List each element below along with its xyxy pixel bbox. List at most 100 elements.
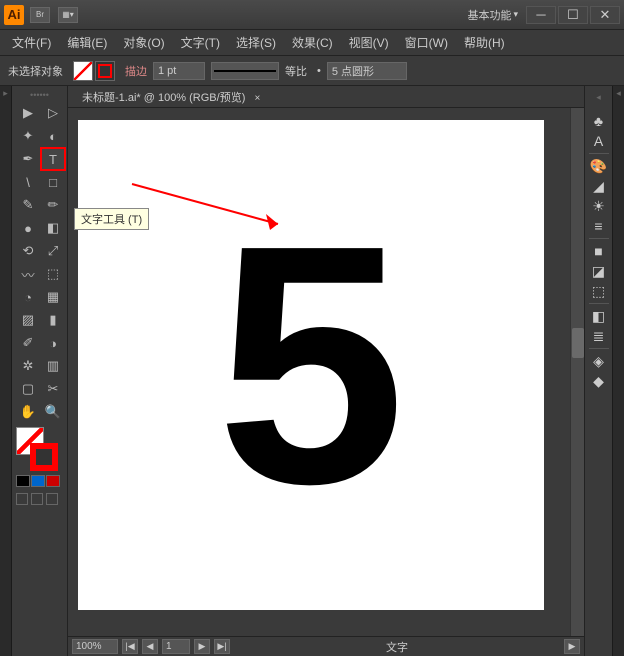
prev-artboard-button[interactable]: ◀ — [142, 639, 158, 654]
tool-tooltip: 文字工具 (T) — [74, 208, 149, 230]
right-dock-strip[interactable]: ◂ — [612, 86, 624, 656]
tool-perspective[interactable]: ▦ — [41, 286, 65, 308]
tool-gradient[interactable]: ▮ — [41, 309, 65, 331]
document-tab-label: 未标题-1.ai* @ 100% (RGB/预览) — [82, 92, 245, 104]
vertical-scrollbar[interactable] — [570, 108, 584, 636]
tool-eraser[interactable]: ◧ — [41, 217, 65, 239]
canvas-text-object[interactable]: 5 — [216, 170, 405, 561]
selection-status: 未选择对象 — [8, 63, 63, 79]
stroke-weight-input[interactable] — [153, 62, 205, 80]
tool-symbol-sprayer[interactable]: ✲ — [16, 355, 40, 377]
tool-hand[interactable]: ✋ — [16, 401, 40, 423]
panel-icon-4[interactable]: ☀ — [589, 196, 609, 216]
first-artboard-button[interactable]: |◀ — [122, 639, 138, 654]
toolbox: •••••• ▶▷✦◐✒T\□✎✏●◧⟲⤢〰⬚◔▦▨▮✐◑✲▥▢✂✋🔍 — [12, 86, 68, 656]
tool-paintbrush[interactable]: ✎ — [16, 194, 40, 216]
draw-normal[interactable] — [16, 493, 28, 505]
menu-view[interactable]: 视图(V) — [343, 32, 395, 53]
menu-help[interactable]: 帮助(H) — [458, 32, 511, 53]
color-mode-row — [16, 475, 63, 487]
menu-window[interactable]: 窗口(W) — [399, 32, 454, 53]
bridge-button[interactable]: Br — [30, 7, 50, 23]
stroke-style-dropdown[interactable] — [211, 62, 279, 80]
tool-column-graph[interactable]: ▥ — [41, 355, 65, 377]
tool-blob[interactable]: ● — [16, 217, 40, 239]
workspace-switcher[interactable]: 基本功能▾ — [467, 7, 518, 23]
tool-slice[interactable]: ✂ — [41, 378, 65, 400]
arrange-docs-button[interactable]: ▦▾ — [58, 7, 78, 23]
last-artboard-button[interactable]: ▶| — [214, 639, 230, 654]
panel-icon-5[interactable]: ≡ — [589, 216, 609, 236]
minimize-button[interactable]: ─ — [526, 6, 556, 24]
panel-icon-10[interactable]: ≣ — [589, 326, 609, 346]
close-button[interactable]: ✕ — [590, 6, 620, 24]
right-panel-dock: ◂ ♣A🎨◢☀≡■◪⬚◧≣◈◆ — [584, 86, 612, 656]
document-tab-close[interactable]: × — [254, 93, 260, 104]
color-mode-none[interactable] — [46, 475, 60, 487]
menu-edit[interactable]: 编辑(E) — [61, 32, 113, 53]
draw-behind[interactable] — [31, 493, 43, 505]
scrollbar-thumb[interactable] — [572, 328, 584, 358]
status-tool-label: 文字 — [386, 639, 408, 655]
app-logo: Ai — [4, 5, 24, 25]
tool-eyedropper[interactable]: ✐ — [16, 332, 40, 354]
panel-icon-12[interactable]: ◆ — [589, 371, 609, 391]
menu-effect[interactable]: 效果(C) — [286, 32, 339, 53]
panel-icon-9[interactable]: ◧ — [589, 306, 609, 326]
uniform-label[interactable]: 等比 — [285, 63, 307, 79]
stroke-label: 描边 — [125, 63, 147, 79]
tool-rotate[interactable]: ⟲ — [16, 240, 40, 262]
panel-icon-1[interactable]: A — [589, 131, 609, 151]
tool-rectangle[interactable]: □ — [41, 171, 65, 193]
tool-shape-builder[interactable]: ◔ — [16, 286, 40, 308]
menu-select[interactable]: 选择(S) — [230, 32, 282, 53]
panel-icon-3[interactable]: ◢ — [589, 176, 609, 196]
tool-pencil[interactable]: ✏ — [41, 194, 65, 216]
tool-mesh[interactable]: ▨ — [16, 309, 40, 331]
tool-line[interactable]: \ — [16, 171, 40, 193]
tool-type[interactable]: T — [41, 148, 65, 170]
panel-icon-0[interactable]: ♣ — [589, 111, 609, 131]
document-tabs: 未标题-1.ai* @ 100% (RGB/预览) × — [68, 86, 584, 108]
menu-type[interactable]: 文字(T) — [175, 32, 226, 53]
document-tab[interactable]: 未标题-1.ai* @ 100% (RGB/预览) × — [76, 87, 266, 107]
color-mode-solid[interactable] — [16, 475, 30, 487]
fill-stroke-control[interactable] — [16, 427, 64, 471]
next-artboard-button[interactable]: ▶ — [194, 639, 210, 654]
status-menu-button[interactable]: ▶ — [564, 639, 580, 654]
tool-selection[interactable]: ▶ — [16, 102, 40, 124]
tool-scale[interactable]: ⤢ — [41, 240, 65, 262]
tool-direct-selection[interactable]: ▷ — [41, 102, 65, 124]
tool-blend[interactable]: ◑ — [41, 332, 65, 354]
artboard[interactable]: 5 文字工具 (T) — [78, 120, 544, 610]
tool-width[interactable]: 〰 — [16, 263, 40, 285]
menu-object[interactable]: 对象(O) — [117, 32, 170, 53]
tool-pen[interactable]: ✒ — [16, 148, 40, 170]
menubar: 文件(F) 编辑(E) 对象(O) 文字(T) 选择(S) 效果(C) 视图(V… — [0, 30, 624, 56]
panel-icon-6[interactable]: ■ — [589, 241, 609, 261]
menu-file[interactable]: 文件(F) — [6, 32, 57, 53]
tool-free-transform[interactable]: ⬚ — [41, 263, 65, 285]
tool-magic-wand[interactable]: ✦ — [16, 125, 40, 147]
titlebar: Ai Br ▦▾ 基本功能▾ ─ ☐ ✕ — [0, 0, 624, 30]
tool-lasso[interactable]: ◐ — [41, 125, 65, 147]
panel-icon-2[interactable]: 🎨 — [589, 156, 609, 176]
artboard-number-input[interactable] — [162, 639, 190, 654]
panel-icon-7[interactable]: ◪ — [589, 261, 609, 281]
maximize-button[interactable]: ☐ — [558, 6, 588, 24]
draw-inside[interactable] — [46, 493, 58, 505]
tool-zoom[interactable]: 🔍 — [41, 401, 65, 423]
color-mode-gradient[interactable] — [31, 475, 45, 487]
stroke-swatch[interactable] — [95, 61, 115, 81]
panel-icon-11[interactable]: ◈ — [589, 351, 609, 371]
status-bar: |◀ ◀ ▶ ▶| 文字 ▶ — [68, 636, 584, 656]
fill-swatch[interactable] — [73, 61, 93, 81]
control-bar: 未选择对象 描边 等比 • — [0, 56, 624, 86]
zoom-input[interactable] — [72, 639, 118, 654]
panel-icon-8[interactable]: ⬚ — [589, 281, 609, 301]
left-dock-strip[interactable]: ▸ — [0, 86, 12, 656]
screen-modes — [16, 493, 63, 505]
tool-artboard[interactable]: ▢ — [16, 378, 40, 400]
stroke-color[interactable] — [30, 443, 58, 471]
width-profile-dropdown[interactable] — [327, 62, 407, 80]
